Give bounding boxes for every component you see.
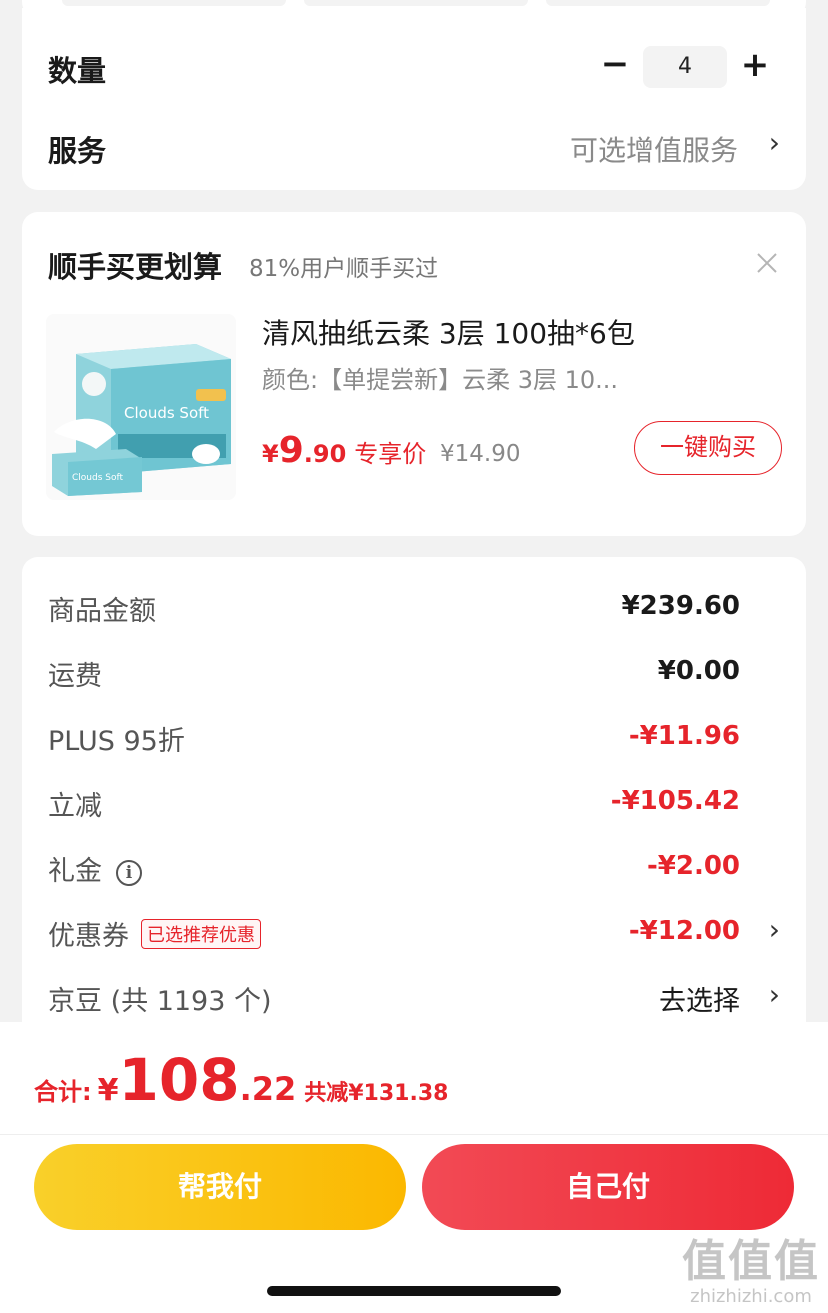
- instant-discount-value: -¥105.42: [610, 786, 740, 816]
- close-icon[interactable]: [752, 248, 782, 278]
- plus-discount-label: PLUS 95折: [48, 726, 185, 757]
- service-label: 服务: [48, 134, 107, 168]
- total-integer: 108: [118, 1046, 240, 1114]
- recommend-title: 顺手买更划算: [48, 250, 223, 284]
- coupon-row[interactable]: 优惠券 已选推荐优惠: [48, 914, 261, 953]
- quantity-label: 数量: [48, 54, 107, 88]
- info-icon[interactable]: i: [116, 860, 142, 886]
- checkout-bar: 合计: ¥108.22 共减¥131.38 帮我付 自己付 值值值 zhizhizh…: [0, 1022, 828, 1313]
- subtotal-value: ¥239.60: [621, 591, 740, 621]
- product-price: ¥9.90 专享价: [262, 430, 426, 471]
- product-name[interactable]: 清风抽纸云柔 3层 100抽*6包: [262, 312, 635, 352]
- subtotal-label: 商品金额: [48, 596, 156, 627]
- watermark-logo: 值值值: [682, 1236, 820, 1287]
- chevron-right-icon[interactable]: ›: [769, 913, 780, 946]
- product-spec: 颜色:【单提尝新】云柔 3层 10...: [262, 366, 619, 394]
- coupon-badge: 已选推荐优惠: [141, 919, 261, 949]
- coupon-value[interactable]: -¥12.00: [629, 916, 740, 946]
- product-brand-text: Clouds Soft: [124, 404, 209, 422]
- divider: [0, 1134, 828, 1135]
- gift-money-label: 礼金: [48, 856, 102, 887]
- spec-option-pill[interactable]: [304, 0, 528, 6]
- self-pay-button[interactable]: 自己付: [422, 1144, 794, 1230]
- home-indicator[interactable]: [267, 1286, 561, 1296]
- recommend-subtitle: 81%用户顺手买过: [249, 256, 439, 282]
- help-pay-button[interactable]: 帮我付: [34, 1144, 406, 1230]
- recommend-card: 顺手买更划算 81%用户顺手买过 Clouds Soft Clouds Soft: [22, 212, 806, 536]
- chevron-right-icon[interactable]: ›: [769, 978, 780, 1011]
- jingdou-label: 京豆 (共 1193 个): [48, 986, 272, 1017]
- order-total: 合计: ¥108.22 共减¥131.38: [34, 1046, 448, 1114]
- quantity-decrease-button[interactable]: −: [600, 44, 630, 88]
- shipping-value: ¥0.00: [657, 656, 740, 686]
- watermark-url: zhizhizhi.com: [690, 1286, 812, 1307]
- product-image[interactable]: Clouds Soft Clouds Soft: [46, 314, 236, 500]
- chevron-right-icon[interactable]: ›: [769, 126, 780, 159]
- quick-buy-button[interactable]: 一键购买: [634, 421, 782, 475]
- total-decimal: .22: [239, 1070, 297, 1108]
- price-breakdown-card: 商品金额 ¥239.60 运费 ¥0.00 PLUS 95折 -¥11.96 立…: [22, 557, 806, 1077]
- instant-discount-label: 立减: [48, 791, 102, 822]
- plus-discount-value: -¥11.96: [628, 721, 740, 751]
- total-savings: 共减¥131.38: [304, 1081, 449, 1106]
- price-tag: 专享价: [354, 440, 427, 468]
- coupon-label: 优惠券: [48, 921, 129, 952]
- service-select[interactable]: 可选增值服务: [570, 129, 738, 169]
- gift-money-value: -¥2.00: [646, 851, 740, 881]
- product-brand-text-small: Clouds Soft: [72, 473, 123, 483]
- watermark: 值值值 zhizhizhi.com: [682, 1237, 820, 1307]
- quantity-input[interactable]: 4: [643, 46, 727, 88]
- price-decimal: .90: [303, 440, 347, 468]
- quantity-increase-button[interactable]: +: [738, 44, 772, 88]
- price-symbol: ¥: [262, 440, 279, 468]
- shipping-label: 运费: [48, 661, 102, 692]
- options-card: 数量 − 4 + 服务 可选增值服务 ›: [22, 8, 806, 190]
- total-label: 合计:: [34, 1078, 92, 1106]
- price-integer: 9: [278, 430, 304, 471]
- gift-money-row: 礼金 i: [48, 849, 142, 888]
- spec-option-pill[interactable]: [62, 0, 286, 6]
- jingdou-select[interactable]: 去选择: [659, 979, 740, 1018]
- spec-option-pill[interactable]: [546, 0, 770, 6]
- total-symbol: ¥: [97, 1073, 119, 1108]
- original-price: ¥14.90: [440, 441, 521, 467]
